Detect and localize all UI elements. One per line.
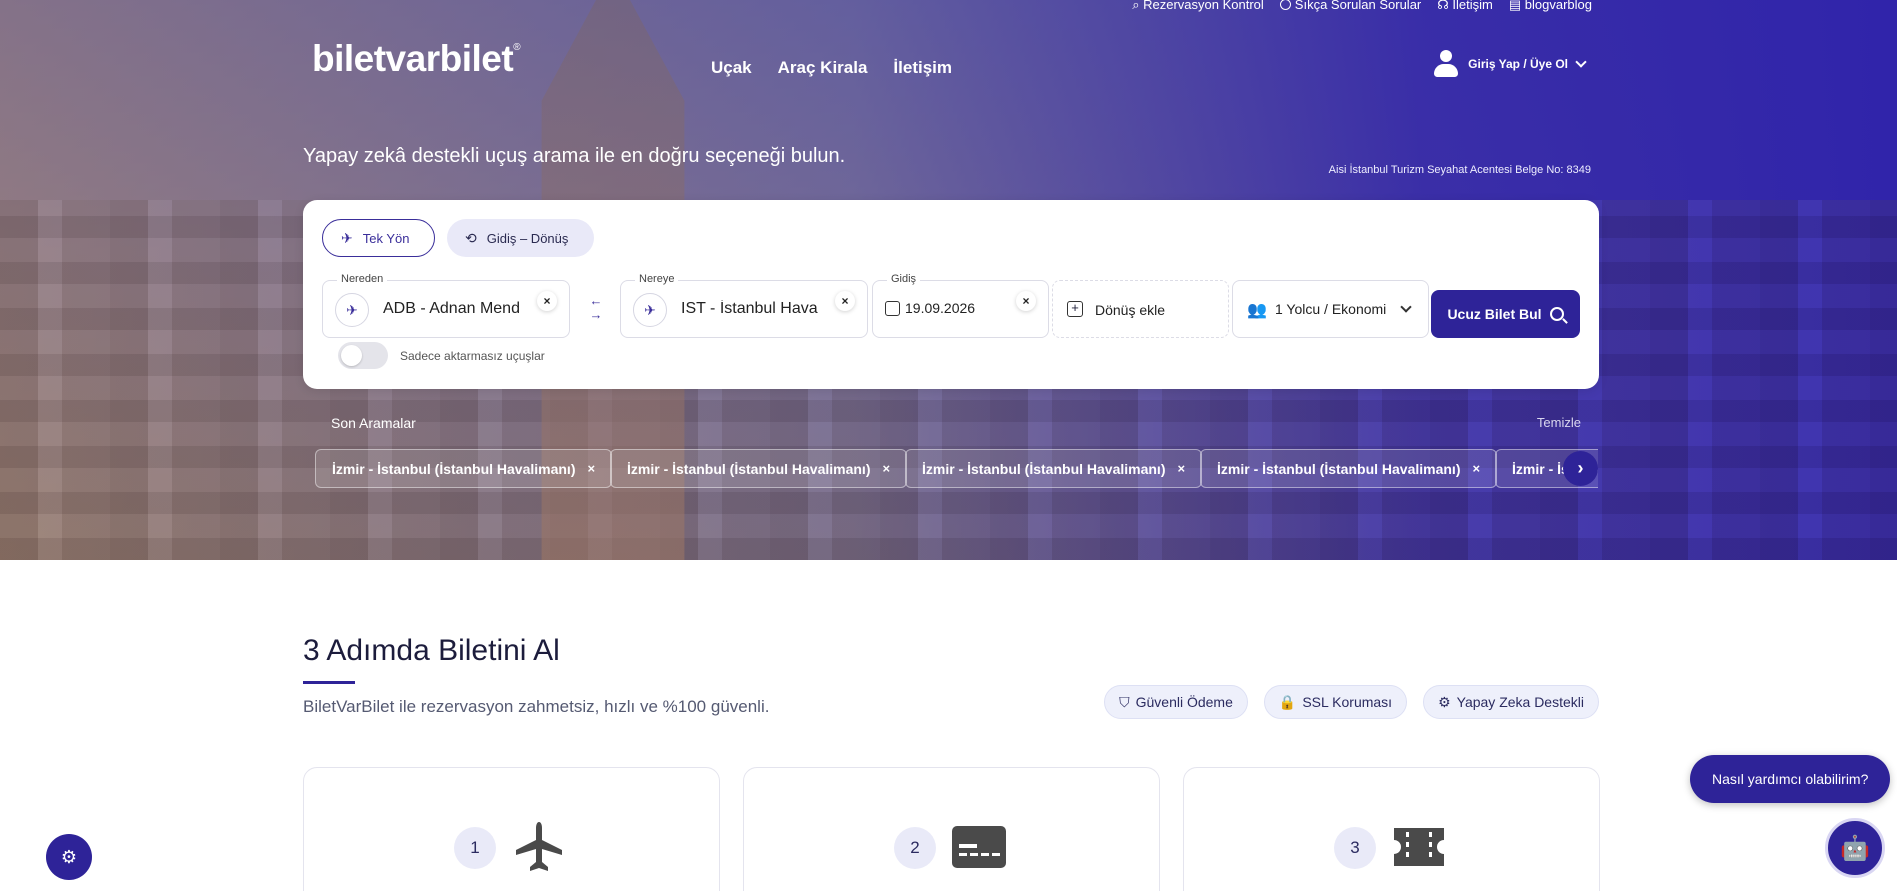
nav-car-rental[interactable]: Araç Kirala: [778, 58, 868, 78]
logo[interactable]: biletvarbilet®: [312, 38, 521, 80]
credit-card-icon: [952, 826, 1006, 868]
secure-payment-badge: ⛉ Güvenli Ödeme: [1104, 685, 1248, 719]
recent-clear-button[interactable]: Temizle: [1537, 415, 1581, 430]
assistant-bubble[interactable]: Nasıl yardımcı olabilirim?: [1690, 755, 1891, 803]
shield-icon: ⛉: [1119, 693, 1130, 710]
close-icon[interactable]: ×: [587, 461, 595, 476]
step-card: 1: [303, 767, 720, 891]
chevron-down-icon: [1575, 56, 1587, 68]
robot-icon: 🤖: [1840, 834, 1870, 862]
lock-icon: 🔒: [1278, 693, 1297, 710]
clear-to-button[interactable]: ×: [835, 291, 855, 311]
recent-searches-title: Son Aramalar: [331, 415, 416, 431]
direct-only-toggle-row: Sadece aktarmasız uçuşlar: [338, 342, 545, 369]
search-flights-button[interactable]: Ucuz Bilet Bul: [1431, 290, 1580, 338]
headset-icon: ☊: [1437, 0, 1453, 12]
contact-link[interactable]: ☊ İletişim: [1437, 0, 1493, 13]
add-return-field[interactable]: + Dönüş ekle: [1052, 280, 1229, 338]
search-card: ✈ Tek Yön ⟲ Gidiş – Dönüş Nereden ✈ ADB …: [303, 200, 1599, 389]
nav-contact[interactable]: İletişim: [893, 58, 952, 78]
step-number: 1: [454, 827, 496, 869]
recent-search-chip[interactable]: İzmir - İstanbul (İstanbul Havalimanı)×: [315, 449, 613, 488]
main-nav: Uçak Araç Kirala İletişim: [711, 58, 952, 78]
departure-date-value[interactable]: 19.09.2026: [905, 300, 975, 316]
user-icon: [1433, 50, 1459, 78]
reservation-check-link[interactable]: ⌕ Rezervasyon Kontrol: [1132, 0, 1264, 13]
section-title: 3 Adımda Biletini Al: [303, 634, 560, 667]
trust-badges: ⛉ Güvenli Ödeme 🔒 SSL Koruması ⚙ Yapay Zeka…: [1104, 685, 1599, 719]
hero-section: ⌕ Rezervasyon Kontrol Sıkça Sorulan Soru…: [0, 0, 1897, 560]
recent-searches-list: İzmir - İstanbul (İstanbul Havalimanı) × …: [315, 449, 1598, 489]
airplane-icon: [516, 822, 562, 871]
robot-icon: ⚙: [1438, 693, 1451, 710]
search-icon: [1549, 307, 1564, 321]
plus-icon: +: [1067, 301, 1083, 317]
people-icon: 👥: [1247, 302, 1267, 319]
hero-tagline: Yapay zekâ destekli uçuş arama ile en do…: [303, 145, 846, 167]
gear-icon: ⚙: [60, 846, 78, 867]
to-field[interactable]: Nereye ✈ IST - İstanbul Hava ×: [620, 273, 868, 338]
chevron-right-icon[interactable]: ›: [1563, 451, 1598, 486]
nav-flight[interactable]: Uçak: [711, 58, 752, 78]
login-button[interactable]: Giriş Yap / Üye Ol: [1433, 50, 1587, 78]
close-icon[interactable]: ×: [882, 461, 890, 476]
step-number: 3: [1334, 827, 1376, 869]
plane-takeoff-icon: ✈: [341, 229, 353, 246]
section-underline: [303, 681, 355, 684]
from-field[interactable]: Nereden ✈ ADB - Adnan Mend ×: [322, 273, 570, 338]
to-value[interactable]: IST - İstanbul Hava: [681, 300, 818, 318]
top-links: ⌕ Rezervasyon Kontrol Sıkça Sorulan Soru…: [1132, 0, 1592, 13]
ticket-icon: [1394, 828, 1444, 866]
round-trip-icon: ⟲: [465, 229, 477, 246]
recent-search-chip[interactable]: İzmir - İstanbul (İstanbul Havalimanı)×: [905, 449, 1203, 488]
info-icon: [1279, 0, 1291, 10]
section-subtitle: BiletVarBilet ile rezervasyon zahmetsiz,…: [303, 697, 770, 716]
document-icon: ▤: [1508, 0, 1525, 12]
recent-search-chip[interactable]: İzmir - İstanbul (İstanbul Havalimanı)×: [1200, 449, 1498, 488]
step-number: 2: [894, 827, 936, 869]
license-text: Aisi İstanbul Turizm Seyahat Acentesi Be…: [1328, 164, 1591, 176]
direct-only-toggle[interactable]: [338, 342, 388, 369]
ssl-badge: 🔒 SSL Koruması: [1263, 685, 1408, 719]
search-icon: ⌕: [1132, 0, 1144, 12]
accessibility-settings-button[interactable]: ⚙: [46, 834, 92, 880]
step-card: 3: [1183, 767, 1600, 891]
passenger-select[interactable]: 👥 1 Yolcu / Ekonomi: [1232, 280, 1429, 338]
swap-icon[interactable]: ← →: [586, 294, 606, 326]
close-icon[interactable]: ×: [1472, 461, 1480, 476]
recent-search-chip[interactable]: İzmir - İstanbul (İstanbul Havalimanı)×: [610, 449, 908, 488]
departure-date-field[interactable]: Gidiş 19.09.2026 ×: [872, 273, 1049, 338]
chevron-down-icon: [1400, 301, 1412, 313]
close-icon[interactable]: ×: [1177, 461, 1185, 476]
blog-link[interactable]: ▤ blogvarblog: [1509, 0, 1592, 13]
plane-icon: ✈: [335, 293, 369, 327]
faq-link[interactable]: Sıkça Sorulan Sorular: [1279, 0, 1421, 13]
chatbot-button[interactable]: 🤖: [1825, 818, 1885, 878]
ai-badge: ⚙ Yapay Zeka Destekli: [1423, 685, 1599, 719]
plane-icon: ✈: [633, 293, 667, 327]
clear-date-button[interactable]: ×: [1016, 291, 1036, 311]
step-card: 2: [743, 767, 1160, 891]
clear-from-button[interactable]: ×: [537, 291, 557, 311]
trip-one-way-button[interactable]: ✈ Tek Yön: [322, 219, 435, 257]
from-value[interactable]: ADB - Adnan Mend: [383, 300, 520, 318]
trip-round-button[interactable]: ⟲ Gidiş – Dönüş: [447, 219, 594, 257]
calendar-icon: [885, 301, 900, 316]
